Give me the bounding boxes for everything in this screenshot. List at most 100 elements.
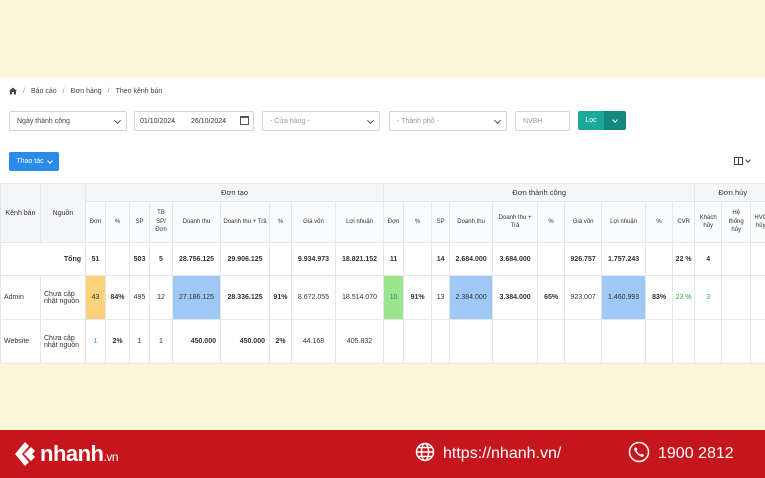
table-cell-link[interactable]: 3 xyxy=(694,275,723,320)
report-page: / Báo cáo / Đơn hàng / Theo kênh bán Ngà… xyxy=(0,78,765,364)
date-to[interactable]: 26/10/2024 xyxy=(191,118,226,125)
city-select[interactable]: - Thành phố - xyxy=(389,111,507,131)
report-table: Kênh bán Nguồn Đơn tạo Đơn thành công Đơ… xyxy=(0,183,765,364)
brand-name: nhanh.vn xyxy=(40,441,118,467)
col-created-revenue[interactable]: Doanh thu xyxy=(172,201,221,243)
chevron-down-icon xyxy=(745,157,751,163)
col-created-pct[interactable]: % xyxy=(105,201,130,243)
table-cell: 28.336.125 xyxy=(220,275,270,320)
table-cell xyxy=(269,242,292,276)
header-success-group: Đơn thành công xyxy=(383,183,696,202)
table-cell: 84% xyxy=(105,275,130,320)
date-range-input[interactable]: 01/10/2024 26/10/2024 xyxy=(134,111,254,131)
col-success-products[interactable]: SP xyxy=(431,201,451,243)
brand-tld: .vn xyxy=(103,450,119,464)
table-cell: 2% xyxy=(269,319,292,364)
staff-placeholder: NVBH xyxy=(523,117,543,125)
table-cell: 9.934.973 xyxy=(291,242,336,276)
table-cell: 11 xyxy=(383,242,405,276)
filter-dropdown-button[interactable] xyxy=(604,111,626,130)
table-cell: 8.672.055 xyxy=(291,275,336,320)
table-cell: 926.757 xyxy=(564,242,603,276)
table-cell: 44.168 xyxy=(291,319,336,364)
col-success-revenue-return[interactable]: Doanh thu + Trả xyxy=(492,201,539,243)
filter-button[interactable]: Lọc xyxy=(578,111,626,130)
row-channel: Admin xyxy=(0,275,41,320)
table-cell-link[interactable]: 1 xyxy=(85,319,106,364)
table-cell: 1.757.243 xyxy=(601,242,647,276)
header-created-group: Đơn tạo xyxy=(84,183,385,202)
table-cell xyxy=(492,319,539,364)
actions-label: Thao tác xyxy=(16,158,44,165)
table-cell: 405.832 xyxy=(334,319,385,364)
chevron-down-icon xyxy=(366,116,375,125)
table-cell-link[interactable]: 10 xyxy=(383,275,405,320)
col-cancel-system[interactable]: Hệ thống hủy xyxy=(721,201,752,243)
table-cell: 450.000 xyxy=(220,319,270,364)
table-cell: 28.756.125 xyxy=(172,242,221,276)
breadcrumb-reports[interactable]: Báo cáo xyxy=(31,88,57,95)
table-cell xyxy=(645,242,674,276)
table-cell: 18.821.152 xyxy=(334,242,385,276)
breadcrumb-separator: / xyxy=(23,87,25,95)
table-cell xyxy=(721,275,752,320)
header-source[interactable]: Nguồn xyxy=(40,183,86,243)
table-cell xyxy=(721,242,752,276)
date-from[interactable]: 01/10/2024 xyxy=(140,118,175,125)
col-cancel-customer[interactable]: Khách hủy xyxy=(694,201,723,243)
table-cell: 4 xyxy=(694,242,723,276)
table-cell xyxy=(645,319,674,364)
col-created-revenue-pct[interactable]: % xyxy=(269,201,292,243)
chevron-down-icon xyxy=(493,116,502,125)
header-cancel-group: Đơn hủy xyxy=(694,183,765,202)
chevron-down-icon xyxy=(612,116,618,123)
promo-footer: nhanh.vn https://nhanh.vn/ 1900 2812 xyxy=(0,430,765,478)
col-cancel-carrier[interactable]: HVC hủy xyxy=(750,201,765,243)
col-created-revenue-return[interactable]: Doanh thu + Trả xyxy=(220,201,270,243)
chevron-down-icon xyxy=(46,157,53,164)
table-cell xyxy=(750,242,765,276)
table-cell-link[interactable]: 43 xyxy=(85,275,106,320)
table-cell: 2.684.000 xyxy=(449,242,494,276)
table-cell: 923.007 xyxy=(564,275,603,320)
col-success-profit[interactable]: Lợi nhuận xyxy=(601,201,647,243)
col-created-avg-products[interactable]: TB SP/ Đơn xyxy=(149,201,173,243)
table-cell: 22 % xyxy=(672,242,696,276)
table-cell: 5 xyxy=(149,242,173,276)
table-cell: 1 xyxy=(129,319,150,364)
table-cell xyxy=(721,319,752,364)
hotline-number[interactable]: 1900 2812 xyxy=(658,445,734,463)
header-channel[interactable]: Kênh bán xyxy=(0,183,41,243)
col-success-profit-pct[interactable]: % xyxy=(645,201,674,243)
col-success-cvr[interactable]: CVR xyxy=(672,201,696,243)
actions-button[interactable]: Thao tác xyxy=(9,152,59,171)
table-cell xyxy=(564,319,603,364)
staff-input[interactable]: NVBH xyxy=(515,111,570,131)
col-success-revenue[interactable]: Doanh thu xyxy=(449,201,494,243)
date-type-value: Ngày thành công xyxy=(17,117,70,125)
date-type-select[interactable]: Ngày thành công xyxy=(9,111,127,131)
table-cell xyxy=(403,319,433,364)
column-toggle[interactable] xyxy=(734,156,752,166)
col-created-orders[interactable]: Đơn xyxy=(85,201,106,243)
home-icon[interactable] xyxy=(9,87,17,95)
store-select[interactable]: - Cửa hàng - xyxy=(262,111,380,131)
table-cell xyxy=(750,275,765,320)
col-success-revenue-pct[interactable]: % xyxy=(537,201,566,243)
table-cell: 65% xyxy=(537,275,566,320)
col-success-orders[interactable]: Đơn xyxy=(383,201,405,243)
table-cell: 1 xyxy=(149,319,173,364)
col-created-cost[interactable]: Giá vốn xyxy=(291,201,336,243)
calendar-icon[interactable] xyxy=(240,116,249,125)
breadcrumb-orders[interactable]: Đơn hàng xyxy=(71,88,102,95)
table-cell: 83% xyxy=(645,275,674,320)
col-created-products[interactable]: SP xyxy=(129,201,150,243)
website-link[interactable]: https://nhanh.vn/ xyxy=(443,445,561,463)
filter-button-label[interactable]: Lọc xyxy=(578,111,604,130)
col-success-pct[interactable]: % xyxy=(403,201,433,243)
row-channel: Website xyxy=(0,319,41,364)
brand-text: nhanh xyxy=(40,441,104,466)
col-success-cost[interactable]: Giá vốn xyxy=(564,201,603,243)
col-created-profit[interactable]: Lợi nhuận xyxy=(334,201,385,243)
brand-logo: nhanh.vn xyxy=(12,438,118,470)
